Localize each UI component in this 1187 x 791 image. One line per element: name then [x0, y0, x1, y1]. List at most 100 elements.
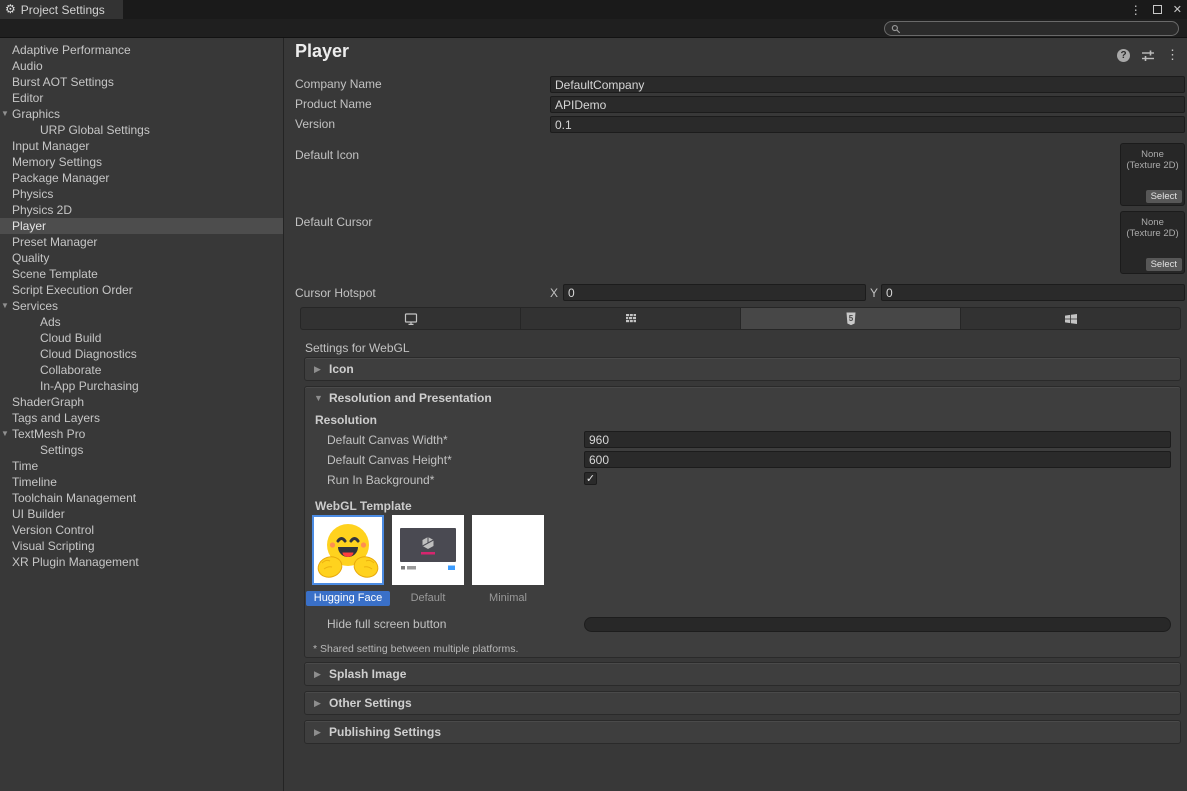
tab-dedicated-server[interactable] [521, 308, 740, 329]
sidebar-item-audio[interactable]: Audio [0, 58, 283, 74]
sidebar-item-version-control[interactable]: Version Control [0, 522, 283, 538]
monitor-icon [403, 311, 419, 327]
maximize-icon[interactable] [1153, 5, 1162, 14]
foldout-icon[interactable]: ▶ Icon [304, 357, 1181, 381]
sidebar-item-quality[interactable]: Quality [0, 250, 283, 266]
default-cursor-select-button[interactable]: Select [1146, 258, 1182, 271]
foldout-splash-label: Splash Image [329, 667, 406, 681]
company-name-field[interactable] [550, 76, 1185, 93]
tab-windows-store[interactable] [961, 308, 1180, 329]
default-cursor-label: Default Cursor [295, 215, 372, 229]
context-menu-icon[interactable]: ⋮ [1166, 47, 1179, 63]
template-default-thumbnail[interactable] [392, 515, 464, 585]
template-minimal-thumbnail[interactable] [472, 515, 544, 585]
sidebar-item-xr-plugin-management[interactable]: XR Plugin Management [0, 554, 283, 570]
html5-icon: 5 [843, 311, 859, 327]
preset-icon[interactable] [1141, 49, 1155, 62]
svg-text:5: 5 [848, 314, 853, 323]
sidebar-item-shadergraph[interactable]: ShaderGraph [0, 394, 283, 410]
expanded-arrow-icon: ▼ [314, 387, 323, 410]
search-box[interactable] [884, 21, 1179, 36]
sidebar-item-input-manager[interactable]: Input Manager [0, 138, 283, 154]
hotspot-x-label: X [550, 286, 558, 300]
default-icon-texture-box[interactable]: None (Texture 2D) Select [1120, 143, 1185, 206]
sidebar-item-timeline[interactable]: Timeline [0, 474, 283, 490]
sidebar-item-urp-global-settings[interactable]: URP Global Settings [0, 122, 283, 138]
sidebar-item-collaborate[interactable]: Collaborate [0, 362, 283, 378]
window-menu-icon[interactable]: ⋮ [1130, 3, 1142, 17]
check-icon: ✓ [586, 473, 595, 485]
tab-standalone[interactable] [301, 308, 520, 329]
help-icon[interactable]: ? [1117, 49, 1130, 62]
version-field[interactable] [550, 116, 1185, 133]
toolbar [0, 19, 1187, 38]
platform-tab-bar: 5 [300, 307, 1181, 330]
tab-webgl[interactable]: 5 [741, 308, 960, 329]
sidebar-item-physics[interactable]: Physics [0, 186, 283, 202]
template-hugging-face-thumbnail[interactable] [312, 515, 384, 585]
foldout-other-label: Other Settings [329, 696, 412, 710]
sidebar-item-ads[interactable]: Ads [0, 314, 283, 330]
project-settings-window: ⚙ Project Settings ⋮ ✕ Adaptive Performa… [0, 0, 1187, 791]
expand-arrow-icon[interactable]: ▼ [1, 426, 9, 442]
hugging-face-emoji [314, 517, 382, 583]
sidebar-item-textmesh-pro[interactable]: ▼TextMesh Pro [0, 426, 283, 442]
sidebar-item-in-app-purchasing[interactable]: In-App Purchasing [0, 378, 283, 394]
expand-arrow-icon[interactable]: ▼ [1, 298, 9, 314]
sidebar-item-package-manager[interactable]: Package Manager [0, 170, 283, 186]
sidebar-item-time[interactable]: Time [0, 458, 283, 474]
hotspot-y-field[interactable] [881, 284, 1185, 301]
canvas-width-field[interactable] [584, 431, 1171, 448]
sidebar-item-label: Services [12, 299, 58, 313]
collapsed-arrow-icon: ▶ [314, 358, 321, 381]
expand-arrow-icon[interactable]: ▼ [1, 106, 9, 122]
server-icon [623, 311, 639, 327]
company-name-label: Company Name [295, 77, 382, 91]
foldout-other-settings[interactable]: ▶ Other Settings [304, 691, 1181, 715]
collapsed-arrow-icon: ▶ [314, 692, 321, 715]
sidebar-item-services[interactable]: ▼Services [0, 298, 283, 314]
window-title-tab[interactable]: ⚙ Project Settings [0, 0, 123, 19]
webgl-template-section-label: WebGL Template [315, 499, 412, 513]
hotspot-y-label: Y [870, 286, 878, 300]
run-in-background-checkbox[interactable]: ✓ [584, 472, 597, 485]
foldout-splash-image[interactable]: ▶Splash Image [304, 662, 1181, 686]
version-label: Version [295, 117, 335, 131]
sidebar-item-physics-2d[interactable]: Physics 2D [0, 202, 283, 218]
template-default-label: Default [392, 592, 464, 604]
sidebar-item-tags-and-layers[interactable]: Tags and Layers [0, 410, 283, 426]
foldout-resolution-presentation: ▼Resolution and Presentation Resolution … [304, 386, 1181, 658]
hotspot-x-field[interactable] [563, 284, 866, 301]
sidebar-item-scene-template[interactable]: Scene Template [0, 266, 283, 282]
canvas-height-field[interactable] [584, 451, 1171, 468]
sidebar-item-toolchain-management[interactable]: Toolchain Management [0, 490, 283, 506]
sidebar-item-visual-scripting[interactable]: Visual Scripting [0, 538, 283, 554]
default-icon-select-button[interactable]: Select [1146, 190, 1182, 203]
sidebar-item-script-execution-order[interactable]: Script Execution Order [0, 282, 283, 298]
default-cursor-texture-box[interactable]: None (Texture 2D) Select [1120, 211, 1185, 274]
texture-none-text: None [1121, 217, 1184, 228]
sidebar-item-adaptive-performance[interactable]: Adaptive Performance [0, 42, 283, 58]
sidebar-item-preset-manager[interactable]: Preset Manager [0, 234, 283, 250]
run-in-background-label: Run In Background* [327, 473, 434, 487]
sidebar-item-graphics[interactable]: ▼Graphics [0, 106, 283, 122]
foldout-publishing-settings[interactable]: ▶Publishing Settings [304, 720, 1181, 744]
template-hugging-face-label: Hugging Face [306, 591, 390, 606]
sidebar-item-label: TextMesh Pro [12, 427, 85, 441]
canvas-height-label: Default Canvas Height* [327, 453, 452, 467]
sidebar-item-editor[interactable]: Editor [0, 90, 283, 106]
foldout-icon-label: Icon [329, 362, 354, 376]
sidebar-item-cloud-diagnostics[interactable]: Cloud Diagnostics [0, 346, 283, 362]
sidebar-item-burst-aot-settings[interactable]: Burst AOT Settings [0, 74, 283, 90]
windows-icon [1063, 311, 1079, 327]
close-icon[interactable]: ✕ [1173, 3, 1182, 16]
sidebar-item-cloud-build[interactable]: Cloud Build [0, 330, 283, 346]
product-name-field[interactable] [550, 96, 1185, 113]
sidebar-item-ui-builder[interactable]: UI Builder [0, 506, 283, 522]
sidebar-item-player[interactable]: Player [0, 218, 283, 234]
sidebar-item-memory-settings[interactable]: Memory Settings [0, 154, 283, 170]
hide-fullscreen-field[interactable] [584, 617, 1171, 632]
sidebar-item-tmp-settings[interactable]: Settings [0, 442, 283, 458]
search-input[interactable] [901, 23, 1172, 35]
foldout-resolution-header[interactable]: ▼Resolution and Presentation [305, 387, 1180, 410]
